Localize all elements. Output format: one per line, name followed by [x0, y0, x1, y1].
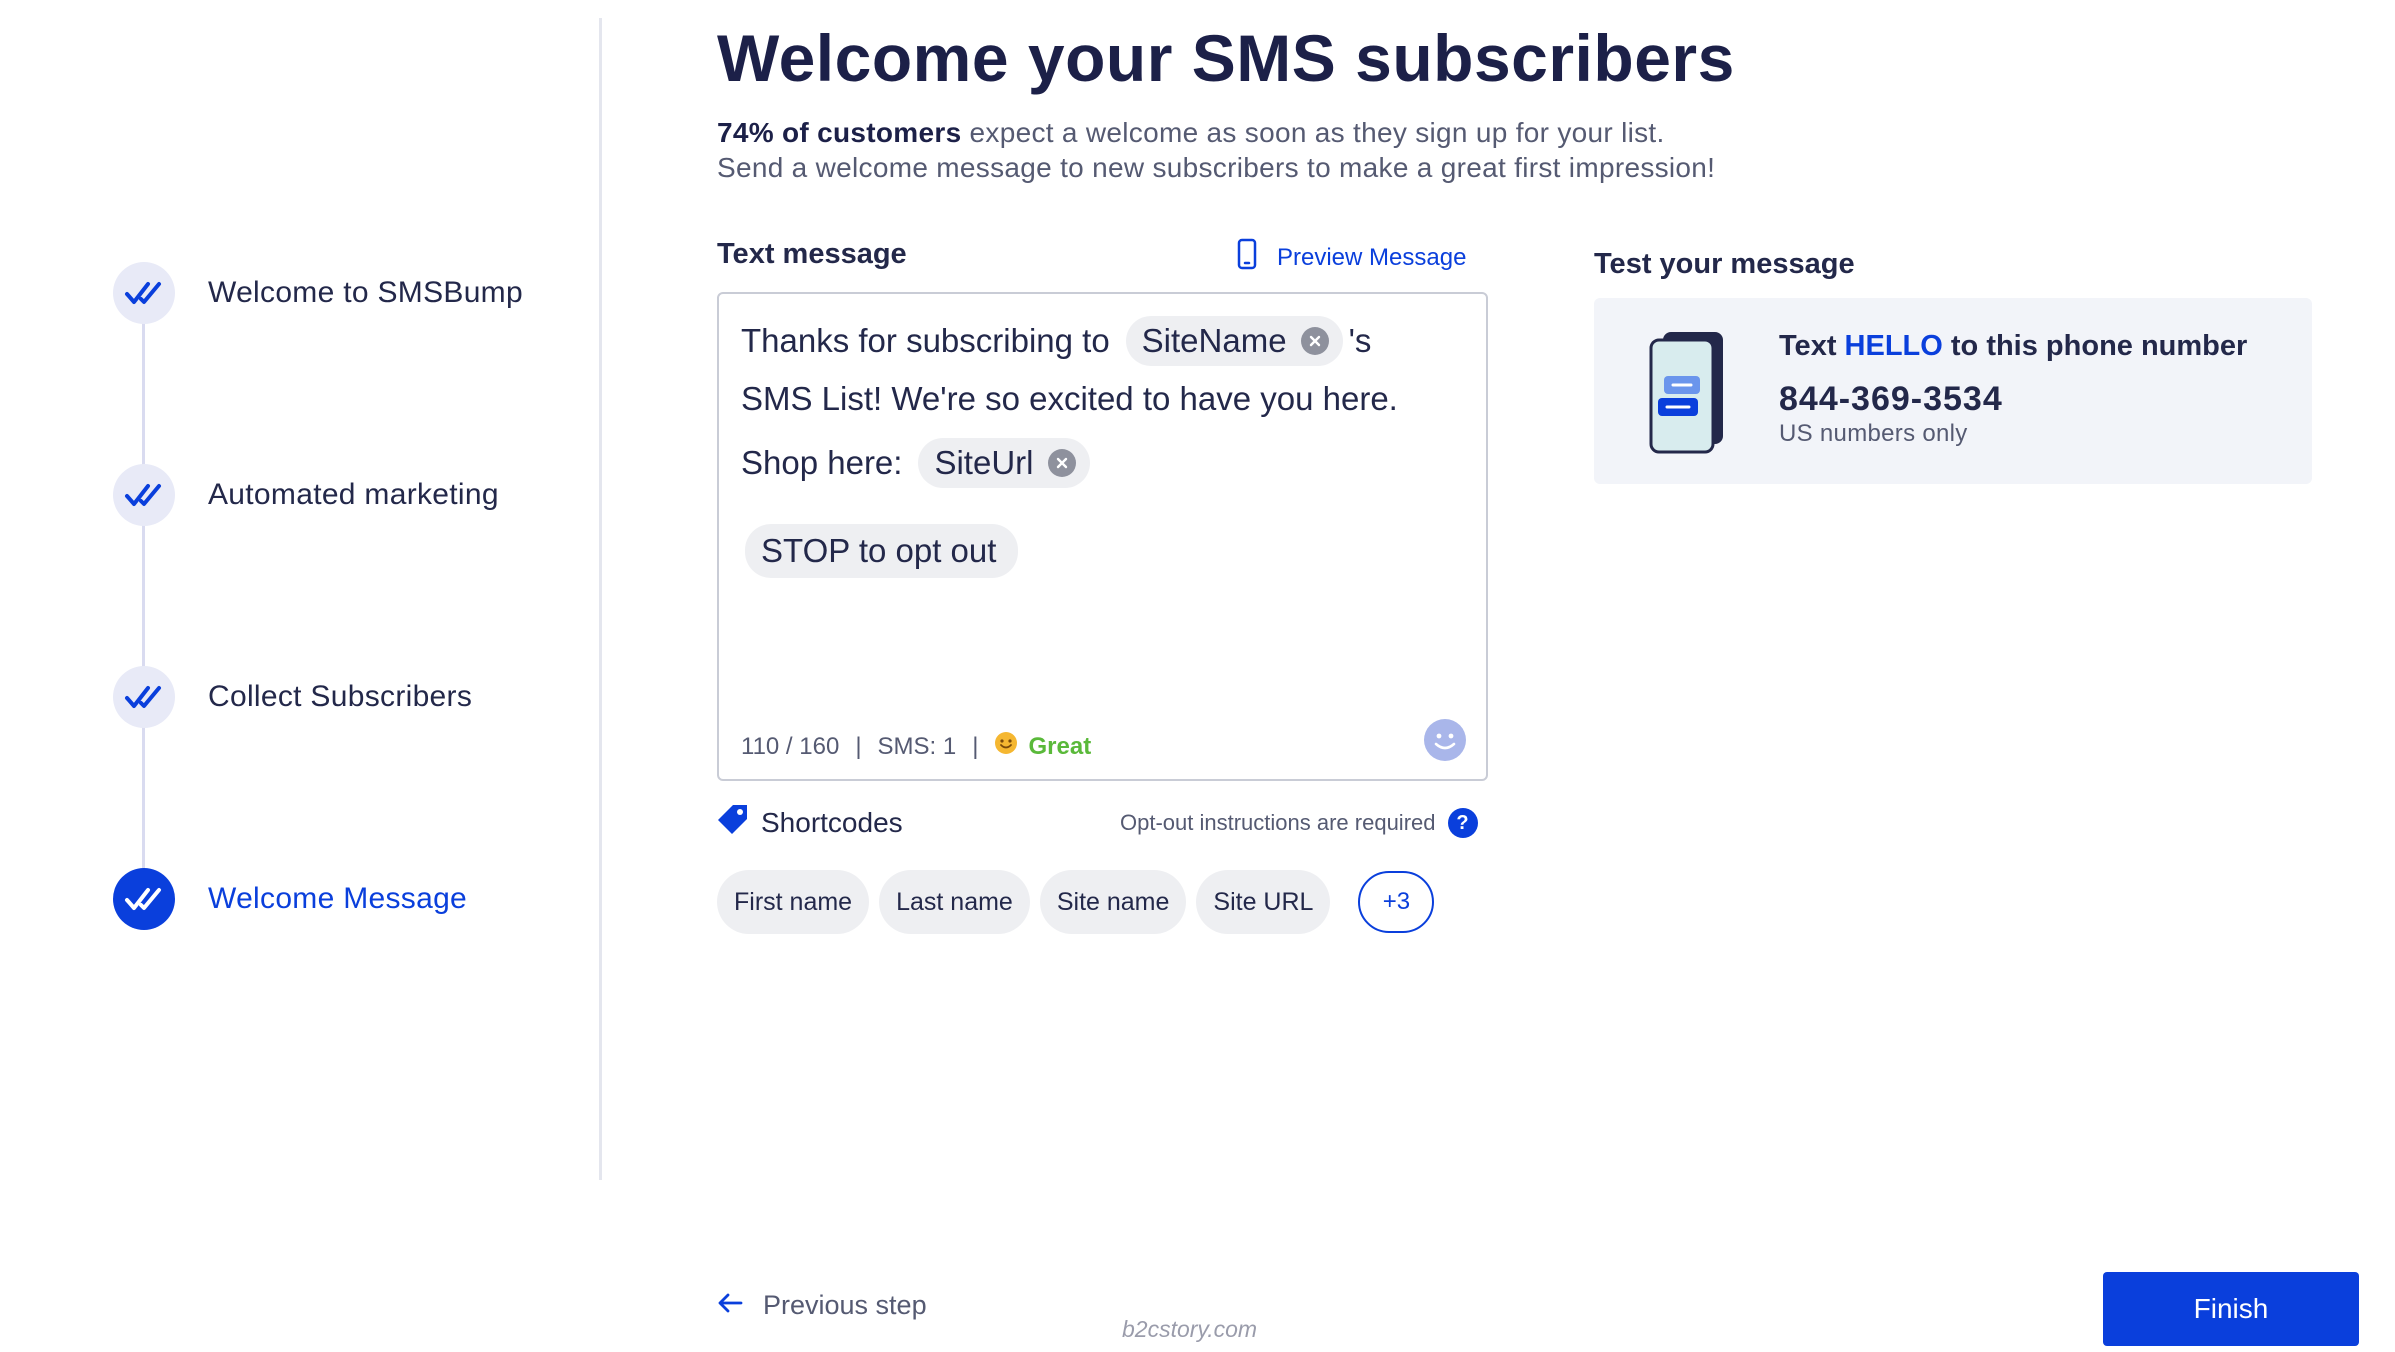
step-connector	[142, 522, 145, 672]
smiley-icon	[994, 731, 1018, 762]
previous-step-label: Previous step	[763, 1290, 927, 1320]
test-message-label: Test your message	[1594, 248, 1855, 280]
shortcode-first-name[interactable]: First name	[717, 870, 870, 934]
opt-out-note: Opt-out instructions are required ?	[1120, 808, 1478, 838]
phone-message-icon	[1649, 330, 1725, 459]
page-title: Welcome your SMS subscribers	[717, 21, 1735, 95]
step-collect-subscribers[interactable]: Collect Subscribers	[113, 666, 472, 728]
previous-step-button[interactable]: Previous step	[717, 1290, 927, 1321]
shortcode-chip-sitename[interactable]: SiteName	[1125, 316, 1343, 366]
sidebar-divider	[599, 18, 602, 1180]
arrow-left-icon	[717, 1290, 743, 1321]
phone-icon	[1237, 238, 1257, 277]
shortcode-list: First name Last name Site name Site URL …	[717, 870, 1435, 934]
remove-chip-icon[interactable]	[1300, 327, 1329, 355]
stat-text: expect a welcome as soon as they sign up…	[961, 117, 1665, 148]
emoji-icon	[1434, 733, 1456, 750]
chip-label: SiteName	[1141, 322, 1287, 359]
shortcode-last-name[interactable]: Last name	[879, 870, 1030, 934]
message-line: Thanks for subscribing to SiteName 's	[741, 316, 1371, 366]
shortcodes-label: Shortcodes	[761, 806, 903, 838]
step-label: Collect Subscribers	[208, 680, 473, 713]
finish-button[interactable]: Finish	[2103, 1272, 2359, 1346]
message-counter: 110 / 160 | SMS: 1 | Great	[741, 731, 1091, 762]
double-check-icon	[113, 262, 175, 324]
message-text: Shop here:	[741, 444, 903, 481]
opt-out-note-text: Opt-out instructions are required	[1120, 810, 1436, 835]
message-text: SMS List! We're so excited to have you h…	[741, 380, 1398, 417]
quality-rating: Great	[1028, 732, 1092, 760]
us-only-note: US numbers only	[1779, 420, 1968, 447]
stat-highlight: 74% of customers	[717, 117, 962, 148]
shortcode-site-name[interactable]: Site name	[1039, 870, 1187, 934]
keyword-hello: HELLO	[1844, 330, 1943, 362]
sms-count: SMS: 1	[877, 732, 957, 760]
page-subtitle: 74% of customers expect a welcome as soo…	[717, 115, 1715, 185]
subtitle-line: Send a welcome message to new subscriber…	[717, 152, 1716, 183]
step-label: Welcome to SMSBump	[208, 276, 523, 309]
double-check-icon	[113, 868, 175, 930]
double-check-icon	[113, 464, 175, 526]
message-text: Thanks for subscribing to	[741, 322, 1110, 359]
step-welcome-message[interactable]: Welcome Message	[113, 868, 467, 930]
shortcode-chip-siteurl[interactable]: SiteUrl	[918, 438, 1090, 488]
preview-message-label: Preview Message	[1277, 243, 1467, 271]
character-count: 110 / 160	[741, 732, 840, 760]
instruction-prefix: Text	[1779, 330, 1845, 362]
step-connector	[142, 320, 145, 470]
message-text: 's	[1348, 322, 1372, 359]
watermark: b2cstory.com	[1122, 1316, 1258, 1342]
step-label: Automated marketing	[208, 478, 499, 511]
message-editor[interactable]: Thanks for subscribing to SiteName 's SM…	[717, 292, 1488, 781]
test-instruction: Text HELLO to this phone number	[1779, 330, 2247, 363]
onboarding-stepper: Welcome to SMSBump Automated marketing C…	[0, 0, 600, 1180]
separator: |	[855, 732, 862, 760]
separator: |	[972, 732, 979, 760]
test-message-card: Text HELLO to this phone number 844-369-…	[1594, 298, 2312, 484]
step-welcome-to-smsbump[interactable]: Welcome to SMSBump	[113, 262, 523, 324]
step-label: Welcome Message	[208, 882, 468, 915]
message-line: SMS List! We're so excited to have you h…	[741, 380, 1398, 418]
shortcodes-header: Shortcodes	[717, 803, 903, 842]
message-line: Shop here: SiteUrl	[741, 438, 1090, 488]
text-message-label: Text message	[717, 238, 907, 270]
more-shortcodes-button[interactable]: +3	[1358, 871, 1435, 933]
remove-chip-icon[interactable]	[1047, 449, 1076, 477]
preview-message-link[interactable]: Preview Message	[1237, 238, 1466, 277]
emoji-picker-button[interactable]	[1424, 719, 1466, 761]
step-connector	[142, 724, 145, 874]
chip-label: SiteUrl	[934, 444, 1034, 481]
double-check-icon	[113, 666, 175, 728]
step-automated-marketing[interactable]: Automated marketing	[113, 464, 499, 526]
test-phone-number: 844-369-3534	[1779, 380, 2003, 418]
instruction-suffix: to this phone number	[1942, 330, 2248, 362]
shortcode-site-url[interactable]: Site URL	[1196, 870, 1331, 934]
tag-icon	[717, 803, 749, 842]
help-icon[interactable]: ?	[1447, 808, 1478, 838]
opt-out-chip[interactable]: STOP to opt out	[745, 524, 1019, 578]
